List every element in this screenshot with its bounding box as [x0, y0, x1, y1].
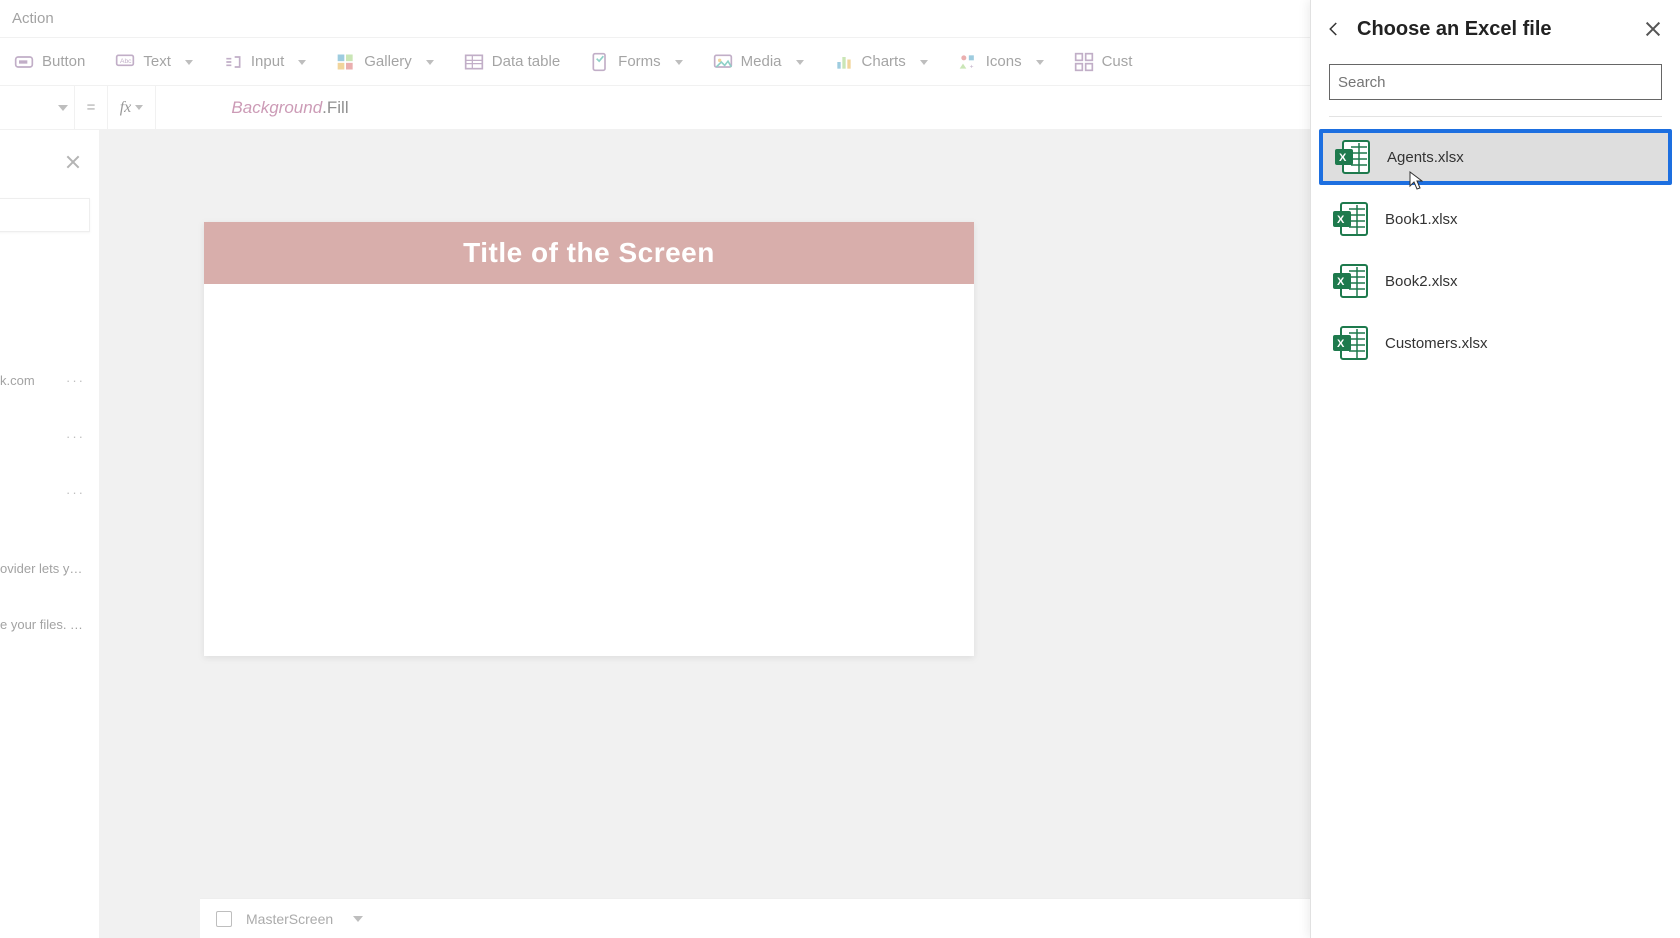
- svg-text:Abc: Abc: [120, 57, 132, 64]
- close-icon[interactable]: [65, 154, 81, 170]
- forms-icon: [590, 52, 610, 72]
- ribbon-button[interactable]: Button: [14, 52, 85, 72]
- button-icon: [14, 52, 34, 72]
- equals-label: =: [74, 86, 108, 129]
- text-icon: Abc: [115, 52, 135, 72]
- svg-text:+: +: [969, 63, 973, 70]
- ribbon-custom-label: Cust: [1102, 53, 1133, 70]
- left-panel-row[interactable]: ovider lets you ...: [0, 540, 99, 596]
- svg-text:X: X: [1337, 276, 1345, 288]
- screen-title-banner: Title of the Screen: [204, 222, 974, 284]
- chevron-down-icon: [58, 105, 68, 111]
- ribbon-forms-label: Forms: [618, 53, 661, 70]
- ribbon-gallery[interactable]: Gallery: [336, 52, 434, 72]
- chevron-down-icon: [420, 53, 434, 70]
- input-icon: [223, 52, 243, 72]
- ribbon-data-table-label: Data table: [492, 53, 560, 70]
- file-item[interactable]: X Book2.xlsx: [1319, 253, 1672, 309]
- excel-icon: X: [1331, 323, 1371, 363]
- charts-icon: [834, 52, 854, 72]
- chevron-down-icon: [179, 53, 193, 70]
- ribbon-forms[interactable]: Forms: [590, 52, 683, 72]
- ribbon-icons-label: Icons: [986, 53, 1022, 70]
- formula-prop: Fill: [327, 98, 349, 117]
- icons-icon: +: [958, 52, 978, 72]
- panel-header: Choose an Excel file: [1311, 0, 1680, 58]
- svg-text:X: X: [1339, 152, 1347, 164]
- ribbon-charts-label: Charts: [862, 53, 906, 70]
- media-icon: [713, 52, 733, 72]
- chevron-down-icon: [914, 53, 928, 70]
- chevron-down-icon: [292, 53, 306, 70]
- file-item[interactable]: X Book1.xlsx: [1319, 191, 1672, 247]
- ribbon-icons[interactable]: + Icons: [958, 52, 1044, 72]
- file-name-label: Customers.xlsx: [1385, 335, 1488, 352]
- gallery-icon: [336, 52, 356, 72]
- ribbon-input-label: Input: [251, 53, 284, 70]
- file-item[interactable]: X Agents.xlsx: [1319, 129, 1672, 185]
- panel-title: Choose an Excel file: [1357, 18, 1636, 41]
- property-dropdown[interactable]: [0, 92, 74, 124]
- chevron-down-icon[interactable]: [353, 916, 363, 922]
- file-name-label: Book2.xlsx: [1385, 273, 1458, 290]
- left-panel-card[interactable]: [0, 198, 90, 232]
- chevron-down-icon: [135, 105, 143, 110]
- cursor-icon: [1409, 171, 1423, 191]
- ribbon-text-label: Text: [143, 53, 171, 70]
- ribbon-charts[interactable]: Charts: [834, 52, 928, 72]
- custom-icon: [1074, 52, 1094, 72]
- left-panel: k.com··· ··· ··· ovider lets you ... e y…: [0, 130, 100, 938]
- chevron-down-icon: [790, 53, 804, 70]
- close-icon[interactable]: [1644, 20, 1662, 38]
- search-input-wrapper[interactable]: [1329, 64, 1662, 100]
- screen-checkbox[interactable]: [216, 911, 232, 927]
- left-panel-row[interactable]: k.com···: [0, 352, 99, 408]
- left-panel-row[interactable]: ···: [0, 408, 99, 464]
- file-name-label: Book1.xlsx: [1385, 211, 1458, 228]
- left-panel-row[interactable]: e your files. Yo...: [0, 596, 99, 652]
- ribbon-media-label: Media: [741, 53, 782, 70]
- search-input[interactable]: [1338, 74, 1653, 91]
- file-picker-panel: Choose an Excel file X Agents.xlsx X Boo…: [1310, 0, 1680, 938]
- ribbon-gallery-label: Gallery: [364, 53, 412, 70]
- fx-button[interactable]: fx: [108, 86, 156, 129]
- divider: [1329, 116, 1662, 117]
- back-button[interactable]: [1319, 14, 1349, 44]
- left-panel-row[interactable]: ···: [0, 464, 99, 520]
- ribbon-media[interactable]: Media: [713, 52, 804, 72]
- excel-icon: X: [1333, 137, 1373, 177]
- excel-icon: X: [1331, 261, 1371, 301]
- screen-title-text: Title of the Screen: [463, 237, 715, 269]
- screen-name-label[interactable]: MasterScreen: [246, 911, 333, 927]
- ribbon-input[interactable]: Input: [223, 52, 306, 72]
- file-item[interactable]: X Customers.xlsx: [1319, 315, 1672, 371]
- data-table-icon: [464, 52, 484, 72]
- svg-text:X: X: [1337, 338, 1345, 350]
- file-name-label: Agents.xlsx: [1387, 149, 1464, 166]
- ribbon-custom[interactable]: Cust: [1074, 52, 1133, 72]
- ribbon-button-label: Button: [42, 53, 85, 70]
- ribbon-text[interactable]: Abc Text: [115, 52, 193, 72]
- svg-text:X: X: [1337, 214, 1345, 226]
- excel-icon: X: [1331, 199, 1371, 239]
- file-list: X Agents.xlsx X Book1.xlsx X Book2.xlsx …: [1311, 125, 1680, 375]
- ribbon-data-table[interactable]: Data table: [464, 52, 560, 72]
- canvas-screen[interactable]: Title of the Screen: [204, 222, 974, 656]
- fx-label: fx: [120, 99, 132, 117]
- chevron-down-icon: [1030, 53, 1044, 70]
- formula-object: Background: [231, 98, 322, 117]
- tab-action[interactable]: Action: [8, 10, 54, 27]
- chevron-down-icon: [669, 53, 683, 70]
